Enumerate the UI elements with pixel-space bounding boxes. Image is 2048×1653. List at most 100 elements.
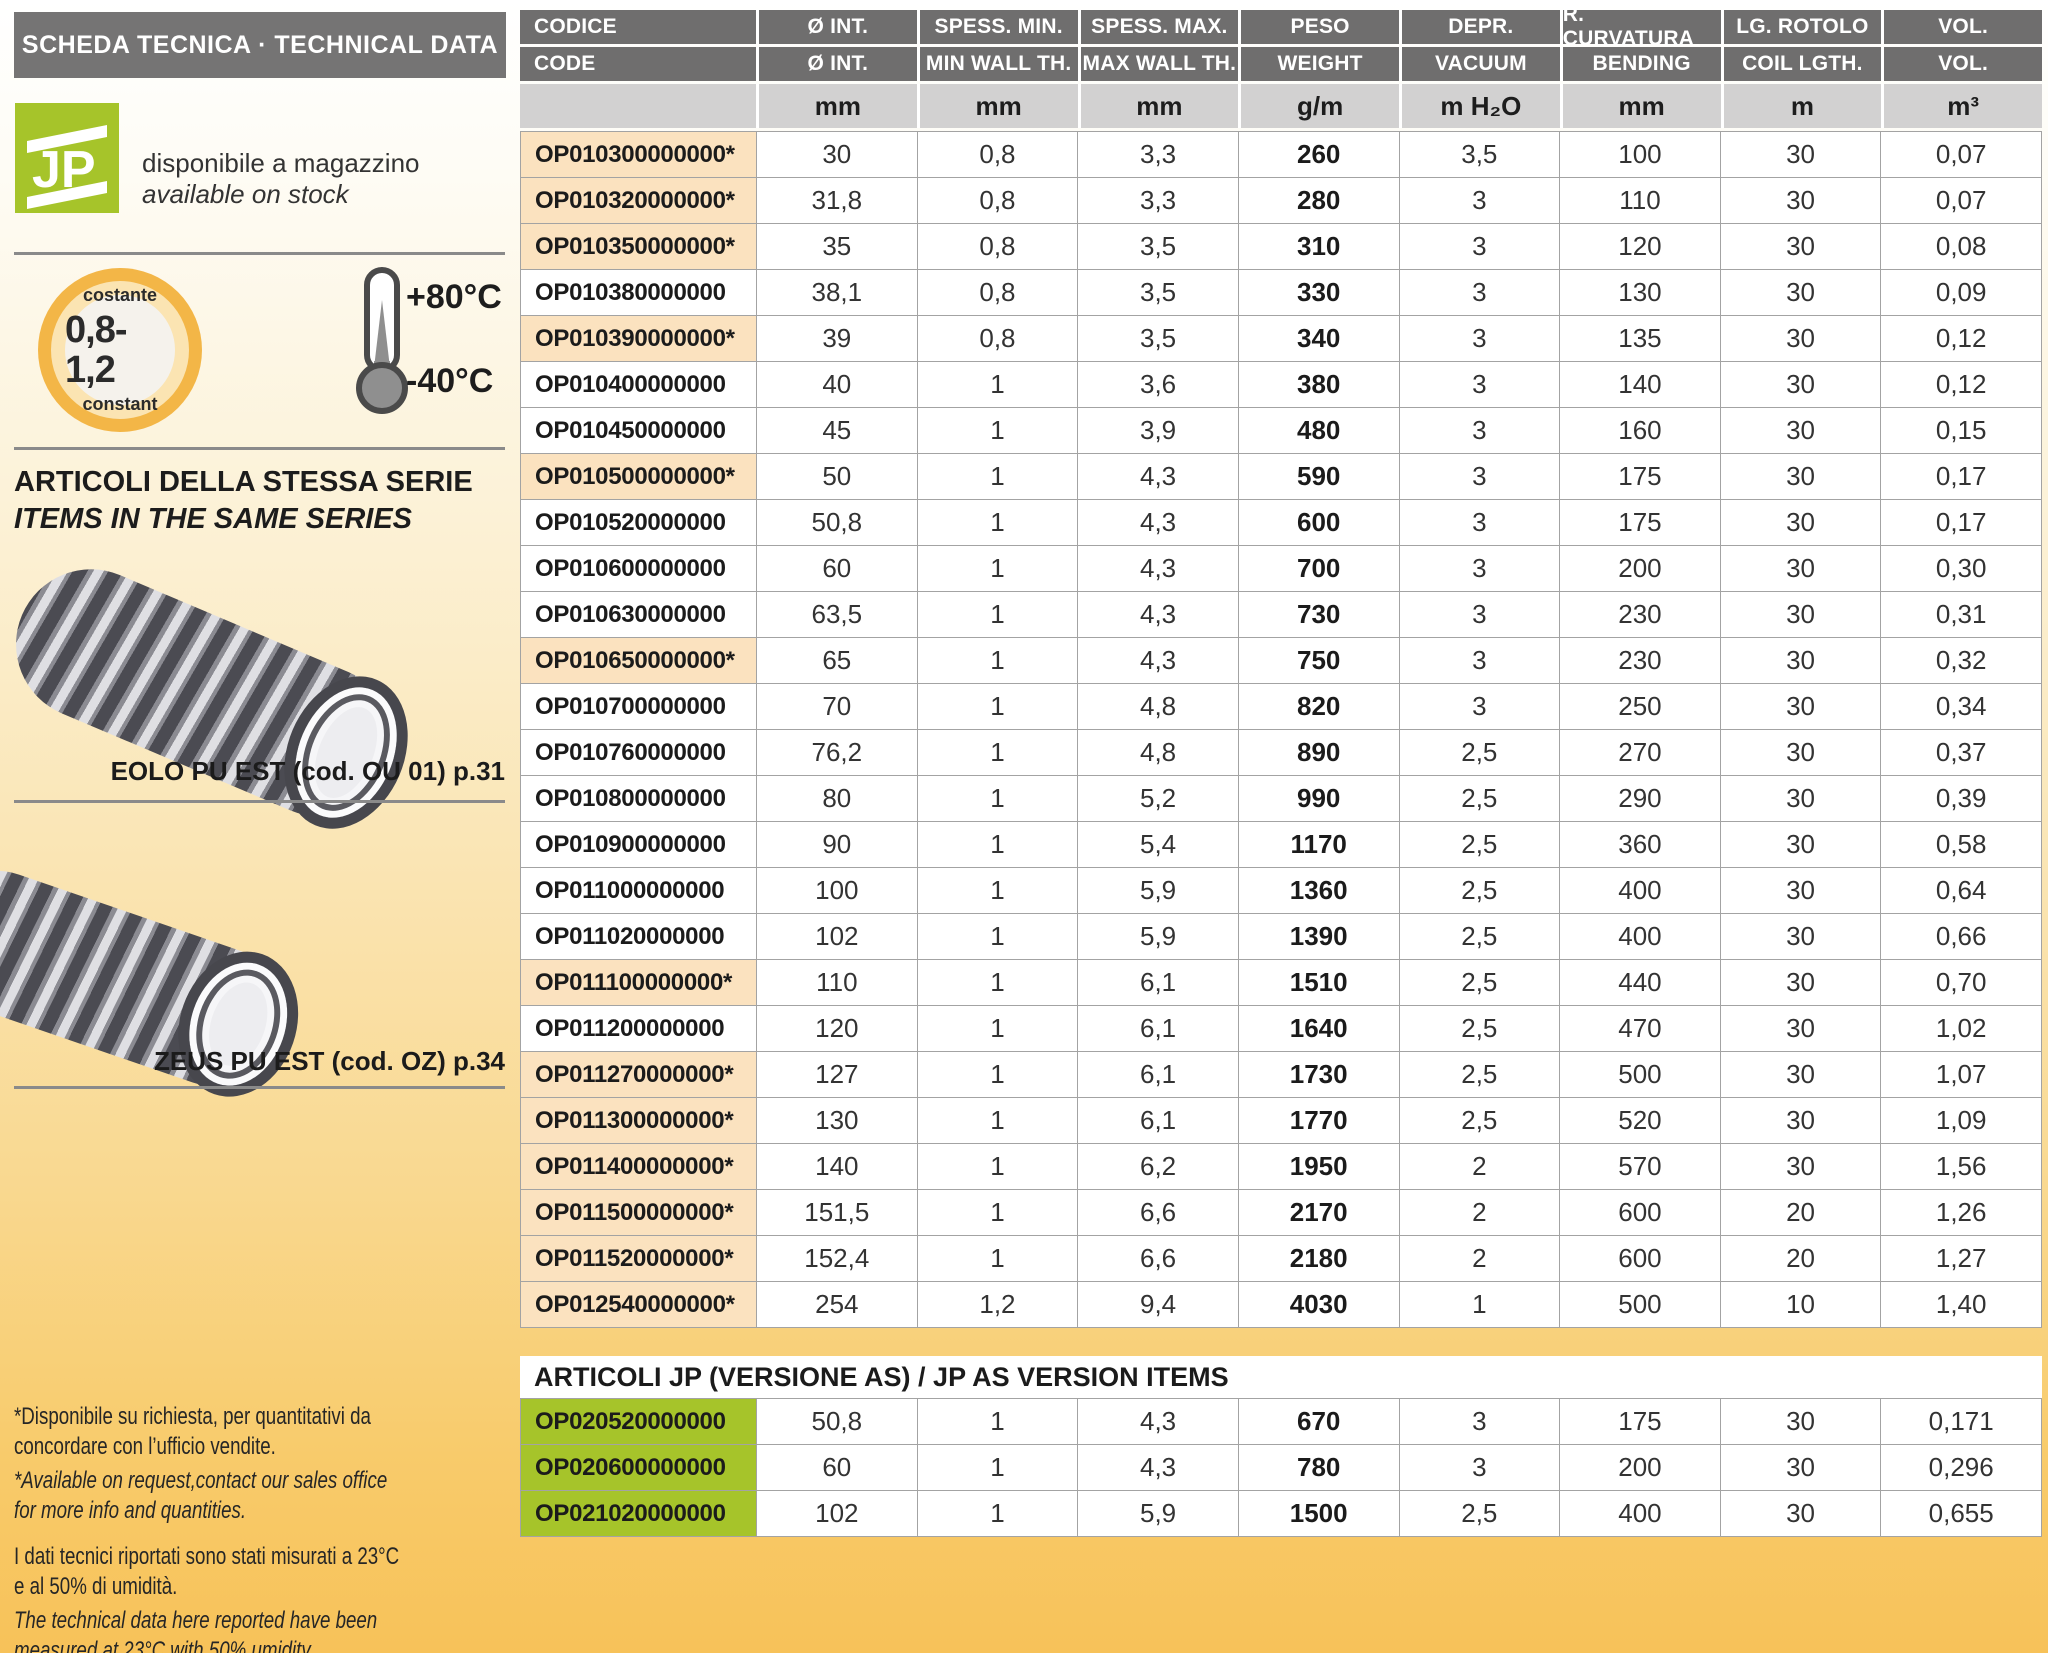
value-cell: 1 (918, 454, 1079, 500)
value-cell: 500 (1560, 1282, 1721, 1328)
value-cell: 65 (757, 638, 918, 684)
value-cell: 4,3 (1078, 454, 1239, 500)
value-cell: 3,5 (1078, 270, 1239, 316)
value-cell: 700 (1239, 546, 1400, 592)
value-cell: 1510 (1239, 960, 1400, 1006)
value-cell: 1 (918, 960, 1079, 1006)
table-row: OP012540000000*2541,29,440301500101,40 (521, 1282, 2042, 1328)
value-cell: 0,66 (1881, 914, 2042, 960)
value-cell: 3 (1400, 178, 1561, 224)
badge-top-label: costante (83, 285, 157, 306)
table-row: OP01102000000010215,913902,5400300,66 (521, 914, 2042, 960)
value-cell: 175 (1560, 500, 1721, 546)
value-cell: 4,3 (1078, 500, 1239, 546)
value-cell: 2180 (1239, 1236, 1400, 1282)
value-cell: 570 (1560, 1144, 1721, 1190)
header-cell: SPESS. MAX. (1081, 10, 1239, 44)
footnote: I dati tecnici riportati sono stati misu… (14, 1542, 513, 1602)
thermometer-icon (350, 266, 414, 416)
value-cell: 254 (757, 1282, 918, 1328)
value-cell: 1,27 (1881, 1236, 2042, 1282)
value-cell: 127 (757, 1052, 918, 1098)
code-cell: OP010630000000 (521, 592, 757, 638)
value-cell: 175 (1560, 454, 1721, 500)
header-cell: R. CURVATURA (1563, 10, 1721, 44)
value-cell: 820 (1239, 684, 1400, 730)
value-cell: 4,8 (1078, 730, 1239, 776)
value-cell: 1500 (1239, 1491, 1400, 1537)
table-row: OP02102000000010215,915002,5400300,655 (521, 1491, 2042, 1537)
value-cell: 1,07 (1881, 1052, 2042, 1098)
value-cell: 0,8 (918, 224, 1079, 270)
value-cell: 5,9 (1078, 914, 1239, 960)
value-cell: 1390 (1239, 914, 1400, 960)
stock-availability-note: disponibile a magazzino available on sto… (142, 148, 420, 210)
unit-cell (520, 84, 756, 128)
value-cell: 0,8 (918, 178, 1079, 224)
code-cell: OP011100000000* (521, 960, 757, 1006)
code-cell: OP010900000000 (521, 822, 757, 868)
table-row: OP010320000000*31,80,83,32803110300,07 (521, 178, 2042, 224)
value-cell: 175 (1560, 1399, 1721, 1445)
value-cell: 2,5 (1400, 1006, 1561, 1052)
value-cell: 200 (1560, 546, 1721, 592)
value-cell: 0,8 (918, 270, 1079, 316)
code-cell: OP021020000000 (521, 1491, 757, 1537)
value-cell: 140 (757, 1144, 918, 1190)
unit-cell: m H₂O (1402, 84, 1560, 128)
value-cell: 20 (1721, 1236, 1882, 1282)
jp-logo: JP (15, 103, 119, 213)
value-cell: 2,5 (1400, 868, 1561, 914)
value-cell: 3,6 (1078, 362, 1239, 408)
value-cell: 0,58 (1881, 822, 2042, 868)
table-body: OP010300000000*300,83,32603,5100300,07OP… (520, 131, 2042, 1328)
value-cell: 5,9 (1078, 868, 1239, 914)
value-cell: 3,3 (1078, 178, 1239, 224)
value-cell: 30 (1721, 914, 1882, 960)
value-cell: 360 (1560, 822, 1721, 868)
value-cell: 290 (1560, 776, 1721, 822)
value-cell: 200 (1560, 1445, 1721, 1491)
divider (14, 252, 505, 255)
value-cell: 1,26 (1881, 1190, 2042, 1236)
value-cell: 2,5 (1400, 730, 1561, 776)
code-cell: OP011520000000* (521, 1236, 757, 1282)
value-cell: 230 (1560, 638, 1721, 684)
value-cell: 380 (1239, 362, 1400, 408)
value-cell: 30 (1721, 454, 1882, 500)
value-cell: 1,40 (1881, 1282, 2042, 1328)
table-row: OP010300000000*300,83,32603,5100300,07 (521, 132, 2042, 178)
value-cell: 600 (1239, 500, 1400, 546)
value-cell: 0,07 (1881, 132, 2042, 178)
code-cell: OP011020000000 (521, 914, 757, 960)
header-cell: VACUUM (1402, 47, 1560, 81)
value-cell: 30 (1721, 1006, 1882, 1052)
value-cell: 140 (1560, 362, 1721, 408)
value-cell: 3 (1400, 316, 1561, 362)
value-cell: 30 (1721, 960, 1882, 1006)
value-cell: 80 (757, 776, 918, 822)
table-row: OP0106000000006014,37003200300,30 (521, 546, 2042, 592)
value-cell: 3,3 (1078, 132, 1239, 178)
value-cell: 9,4 (1078, 1282, 1239, 1328)
code-cell: OP010700000000 (521, 684, 757, 730)
value-cell: 6,1 (1078, 1052, 1239, 1098)
unit-cell: mm (759, 84, 917, 128)
value-cell: 1,02 (1881, 1006, 2042, 1052)
value-cell: 0,17 (1881, 500, 2042, 546)
value-cell: 0,8 (918, 316, 1079, 362)
value-cell: 130 (1560, 270, 1721, 316)
code-cell: OP010390000000* (521, 316, 757, 362)
code-cell: OP010320000000* (521, 178, 757, 224)
code-cell: OP010760000000 (521, 730, 757, 776)
value-cell: 4,3 (1078, 1445, 1239, 1491)
value-cell: 3 (1400, 684, 1561, 730)
header-cell: WEIGHT (1241, 47, 1399, 81)
value-cell: 2 (1400, 1236, 1561, 1282)
unit-cell: g/m (1241, 84, 1399, 128)
table-row: OP0107000000007014,88203250300,34 (521, 684, 2042, 730)
value-cell: 590 (1239, 454, 1400, 500)
value-cell: 0,37 (1881, 730, 2042, 776)
value-cell: 2,5 (1400, 914, 1561, 960)
value-cell: 30 (1721, 822, 1882, 868)
